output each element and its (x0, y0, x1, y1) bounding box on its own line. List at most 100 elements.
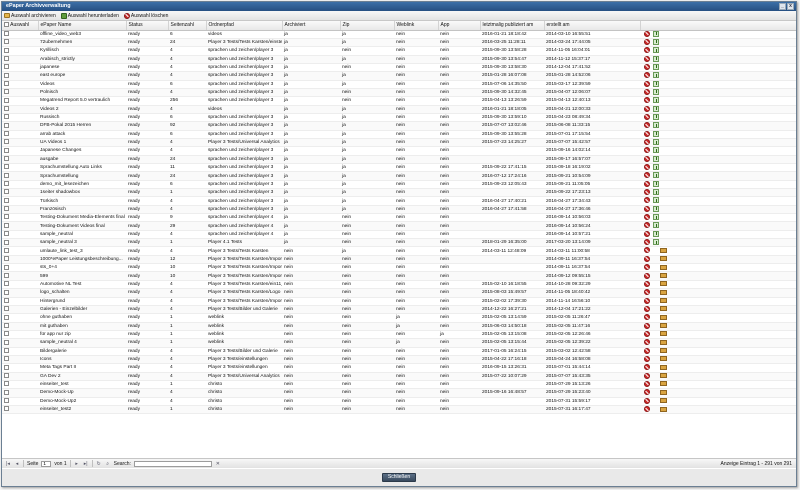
delete-row-icon[interactable] (644, 406, 650, 412)
row-select-cell[interactable] (2, 322, 38, 331)
row-select-cell[interactable] (2, 138, 38, 148)
archive-row-icon[interactable] (660, 339, 667, 345)
row-checkbox[interactable] (4, 197, 9, 203)
delete-row-icon[interactable] (644, 72, 650, 79)
table-row[interactable]: Demo-Mock-Up2 ready 4 christo nein nein nein ne… (2, 397, 796, 406)
table-row[interactable]: 599 ready 10 Player 3 Tests/Tests Karsten/I… (2, 271, 796, 281)
delete-row-icon[interactable] (644, 130, 650, 137)
download-row-icon[interactable] (653, 147, 659, 154)
download-row-icon[interactable] (653, 164, 659, 171)
row-select-cell[interactable] (2, 280, 38, 290)
delete-row-icon[interactable] (644, 172, 650, 179)
row-checkbox[interactable] (4, 131, 9, 137)
download-row-icon[interactable] (653, 122, 659, 129)
row-select-cell[interactable] (2, 313, 38, 323)
row-select-cell[interactable] (2, 130, 38, 139)
delete-row-icon[interactable] (644, 247, 650, 254)
table-row[interactable]: UA Videos 1 ready 4 Player 3 Tests/Universa… (2, 138, 796, 148)
header-folder[interactable]: Ordnerpfad (206, 21, 283, 31)
row-checkbox[interactable] (4, 181, 9, 187)
delete-row-icon[interactable] (644, 239, 650, 246)
delete-row-icon[interactable] (644, 164, 650, 171)
row-checkbox[interactable] (4, 206, 9, 212)
table-row[interactable]: 1000*ePaper Leistungsbeschreibung... read… (2, 255, 796, 265)
archive-row-icon[interactable] (660, 273, 667, 278)
archive-row-icon[interactable] (660, 306, 667, 312)
row-checkbox[interactable] (4, 47, 9, 53)
row-select-cell[interactable] (2, 163, 38, 173)
archive-row-icon[interactable] (660, 314, 667, 320)
header-weblink[interactable]: Weblink (394, 21, 439, 31)
table-row[interactable]: east europe ready 4 sprachen und zeichen/pl… (2, 71, 796, 81)
table-row[interactable]: Sprachumstellung ready 24 sprachen und zeic… (2, 171, 796, 181)
row-select-cell[interactable] (2, 238, 38, 248)
delete-row-icon[interactable] (644, 397, 650, 404)
delete-row-icon[interactable] (644, 80, 650, 87)
delete-row-icon[interactable] (644, 330, 650, 337)
page-number-input[interactable] (41, 460, 52, 467)
download-row-icon[interactable] (653, 88, 659, 95)
delete-row-icon[interactable] (644, 122, 650, 129)
row-select-cell[interactable] (2, 246, 38, 256)
download-row-icon[interactable] (653, 189, 659, 196)
table-row[interactable]: umlaute_link_test_3 ready 4 Player 3 Tests/… (2, 246, 796, 256)
delete-row-icon[interactable] (644, 147, 650, 154)
row-checkbox[interactable] (4, 347, 9, 353)
row-checkbox[interactable] (4, 406, 9, 412)
table-row[interactable]: ausgabe ready 24 sprachen und zeichen/playe… (2, 155, 796, 165)
archive-row-icon[interactable] (660, 289, 667, 295)
header-created[interactable]: erstellt am (544, 21, 641, 31)
row-select-cell[interactable] (2, 388, 38, 398)
archive-row-icon[interactable] (660, 281, 667, 287)
row-select-cell[interactable] (2, 180, 38, 190)
table-row[interactable]: arrab attack ready 6 sprachen und zeichen/p… (2, 130, 796, 139)
row-checkbox[interactable] (4, 281, 9, 287)
last-page-button[interactable]: ▸| (83, 461, 89, 467)
download-row-icon[interactable] (653, 72, 659, 79)
table-row[interactable]: Megatrend Report 5.0 vertraulich ready 256… (2, 96, 796, 106)
table-row[interactable]: 1seiter shadowbox ready 1 sprachen und zeic… (2, 188, 796, 198)
table-row[interactable]: GA Dev 2 ready 4 Player 3 Tests/Universal A… (2, 372, 796, 381)
row-checkbox[interactable] (4, 364, 9, 370)
archive-row-icon[interactable] (660, 373, 667, 379)
archive-row-icon[interactable] (660, 348, 667, 354)
delete-row-icon[interactable] (644, 305, 650, 312)
download-row-icon[interactable] (653, 80, 659, 87)
archive-row-icon[interactable] (660, 323, 667, 329)
table-row[interactable]: Japanese Changes ready 4 sprachen und zeich… (2, 146, 796, 156)
row-select-cell[interactable] (2, 221, 38, 231)
row-select-cell[interactable] (2, 263, 38, 273)
download-row-icon[interactable] (653, 214, 659, 221)
delete-row-icon[interactable] (644, 264, 650, 271)
row-checkbox[interactable] (4, 39, 9, 45)
table-row[interactable]: für app nur zip ready 1 weblink nein nein nein… (2, 330, 796, 340)
download-row-icon[interactable] (653, 105, 659, 112)
row-select-cell[interactable] (2, 196, 38, 206)
refresh-icon[interactable]: ↻ (96, 461, 102, 467)
table-row[interactable]: sample_neutral 4 ready 1 weblink nein nein ja n… (2, 338, 796, 348)
header-name[interactable]: ePaper Name (38, 21, 127, 31)
table-row[interactable]: ohne guthaben ready 1 weblink nein nein ja nein… (2, 313, 796, 323)
row-checkbox[interactable] (4, 322, 9, 328)
row-checkbox[interactable] (4, 106, 9, 111)
download-row-icon[interactable] (653, 30, 659, 37)
row-select-cell[interactable] (2, 63, 38, 73)
delete-row-icon[interactable] (644, 105, 650, 112)
next-page-button[interactable]: ▸ (74, 461, 80, 467)
row-checkbox[interactable] (4, 222, 9, 228)
delete-row-icon[interactable] (644, 38, 650, 45)
row-select-cell[interactable] (2, 338, 38, 348)
row-select-cell[interactable] (2, 105, 38, 114)
delete-row-icon[interactable] (644, 389, 650, 396)
delete-row-icon[interactable] (644, 255, 650, 262)
row-checkbox[interactable] (4, 122, 9, 128)
table-row[interactable]: Russisch ready 6 sprachen und zeichen/playe… (2, 113, 796, 123)
row-select-cell[interactable] (2, 363, 38, 373)
close-button[interactable]: Schließen (382, 473, 416, 482)
row-checkbox[interactable] (4, 64, 9, 70)
table-row[interactable]: Polnisch ready 4 sprachen und zeichen/playe… (2, 88, 796, 98)
table-row[interactable]: mit guthaben ready 1 weblink nein nein ja nein 2… (2, 322, 796, 331)
table-row[interactable]: Meta Tags Part II ready 4 Player 3 Tests/ei… (2, 363, 796, 373)
delete-row-icon[interactable] (644, 289, 650, 296)
delete-row-icon[interactable] (644, 139, 650, 145)
